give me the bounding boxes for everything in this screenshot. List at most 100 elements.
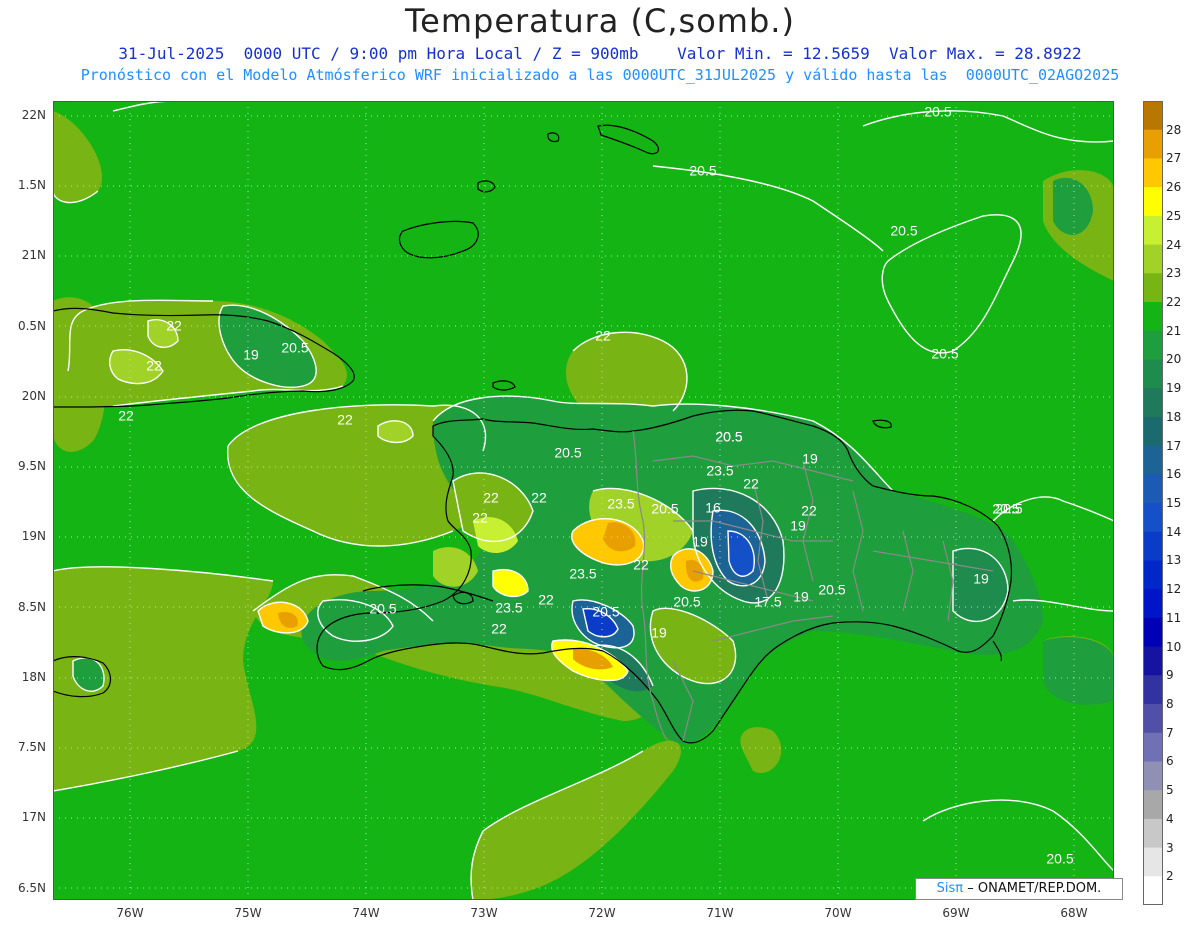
lat-label: 8.5N [17,600,46,614]
contour-value-label: 22 [337,412,353,428]
colorbar-tick-label: 25 [1166,208,1182,223]
contour-value-label: 20.5 [554,445,581,461]
colorbar-swatch [1143,129,1163,159]
colorbar-swatch [1143,675,1163,705]
lat-label: 17N [21,810,46,824]
contour-value-label: 22 [118,408,134,424]
colorbar-swatch [1143,330,1163,360]
contour-value-label: 19 [973,571,989,587]
contour-value-label: 20.5 [673,594,700,610]
contour-value-label: 22 [491,621,507,637]
colorbar-tick-label: 22 [1166,295,1182,309]
lat-label: 7.5N [17,740,46,754]
colorbar-tick-label: 8 [1166,697,1174,711]
colorbar-tick-label: 19 [1166,381,1182,396]
model-info-line: Pronóstico con el Modelo Atmósferico WRF… [80,66,1120,84]
lon-label: 76W [116,906,144,920]
contour-value-label: 22 [538,592,554,608]
contour-value-label: 20.5 [592,604,619,620]
colorbar-swatch [1143,876,1163,905]
lat-label: 0.5N [17,319,46,333]
contour-value-label: 22 [743,476,759,492]
contour-value-label: 22 [166,318,182,334]
colorbar-swatch [1143,158,1163,188]
colorbar-tick-label: 24 [1166,237,1182,252]
contour-value-label: 20.5 [281,340,308,356]
colorbar-swatch [1143,359,1163,389]
contour-value-label: 20.5 [924,104,951,120]
colorbar-tick-label: 2 [1166,869,1174,884]
colorbar-tick-label: 12 [1166,582,1182,597]
contour-value-label: 16 [705,500,721,516]
contour-value-label: 20.5 [931,346,958,362]
contour-value-label: 22 [472,510,488,526]
colorbar-tick-label: 9 [1166,668,1174,683]
colorbar-tick-label: 18 [1166,409,1182,424]
valid-time-line: 31-Jul-2025 0000 UTC / 9:00 pm Hora Loca… [118,44,1082,63]
contour-value-label: 20.5 [651,501,678,517]
lon-label: 74W [352,906,380,920]
contour-value-label: 22 [801,503,817,519]
contour-value-label: 20.5 [818,582,845,598]
contour-value-label: 19 [793,589,809,605]
colorbar-swatch [1143,589,1163,619]
lat-label: 1.5N [17,178,46,192]
colorbar-swatch [1143,646,1163,676]
colorbar-swatch [1143,847,1163,877]
colorbar-tick-label: 3 [1166,840,1174,855]
credit-box: Sisπ – ONAMET/REP.DOM. [915,878,1123,900]
contour-value-label: 20.5 [369,601,396,617]
lon-label: 71W [706,906,734,920]
lat-label: 6.5N [17,881,46,895]
lon-label: 75W [234,906,262,920]
lat-label: 21N [21,248,46,262]
colorbar-tick-label: 17 [1166,438,1182,453]
colorbar-swatch [1143,445,1163,475]
lon-label: 68W [1060,906,1088,920]
map-title: Temperatura (C,somb.) [405,2,795,40]
contour-value-label: 23.5 [569,566,596,582]
lat-label: 22N [21,108,46,122]
lon-label: 70W [824,906,852,920]
contour-value-label: 20.5 [689,163,716,179]
contour-value-label: 20.5 [1046,851,1073,867]
contour-value-label: 20.5 [995,501,1022,517]
lon-label: 73W [470,906,498,920]
colorbar-swatch [1143,244,1163,274]
colorbar-swatch [1143,617,1163,648]
credit-text: – ONAMET/REP.DOM. [967,881,1102,896]
colorbar-tick-label: 15 [1166,496,1182,510]
lat-label: 9.5N [17,459,46,473]
colorbar-swatch [1143,560,1163,590]
colorbar-tick-label: 26 [1166,180,1182,195]
colorbar-swatch [1143,761,1163,791]
colorbar-swatch [1143,732,1163,762]
colorbar-tick-label: 5 [1166,783,1174,798]
colorbar-swatch [1143,416,1163,447]
colorbar-tick-label: 20 [1166,352,1182,367]
colorbar-tick-label: 21 [1166,323,1182,338]
colorbar-swatch [1143,818,1163,849]
lon-label: 72W [588,906,616,920]
colorbar-swatch [1143,302,1163,332]
colorbar-tick-label: 23 [1166,266,1182,281]
colorbar-tick-label: 27 [1166,151,1182,166]
colorbar-swatch [1143,474,1163,504]
colorbar-swatch [1143,704,1163,734]
contour-value-label: 22 [483,490,499,506]
lat-label: 18N [21,670,46,684]
contour-value-label: 19 [243,347,259,363]
colorbar-swatch [1143,187,1163,217]
contour-value-label: 19 [790,518,806,534]
contour-value-label: 20.5 [715,429,742,445]
contour-value-label: 22 [595,328,611,344]
colorbar-tick-label: 6 [1166,754,1174,769]
colorbar-tick-label: 13 [1166,553,1182,568]
contour-value-label: 23.5 [607,496,634,512]
colorbar-tick-label: 11 [1166,610,1182,625]
colorbar-tick-label: 7 [1166,725,1174,740]
contour-value-label: 22 [146,358,162,374]
contour-value-label: 22 [633,557,649,573]
colorbar-swatch [1143,215,1163,246]
contour-value-label: 23.5 [495,600,522,616]
